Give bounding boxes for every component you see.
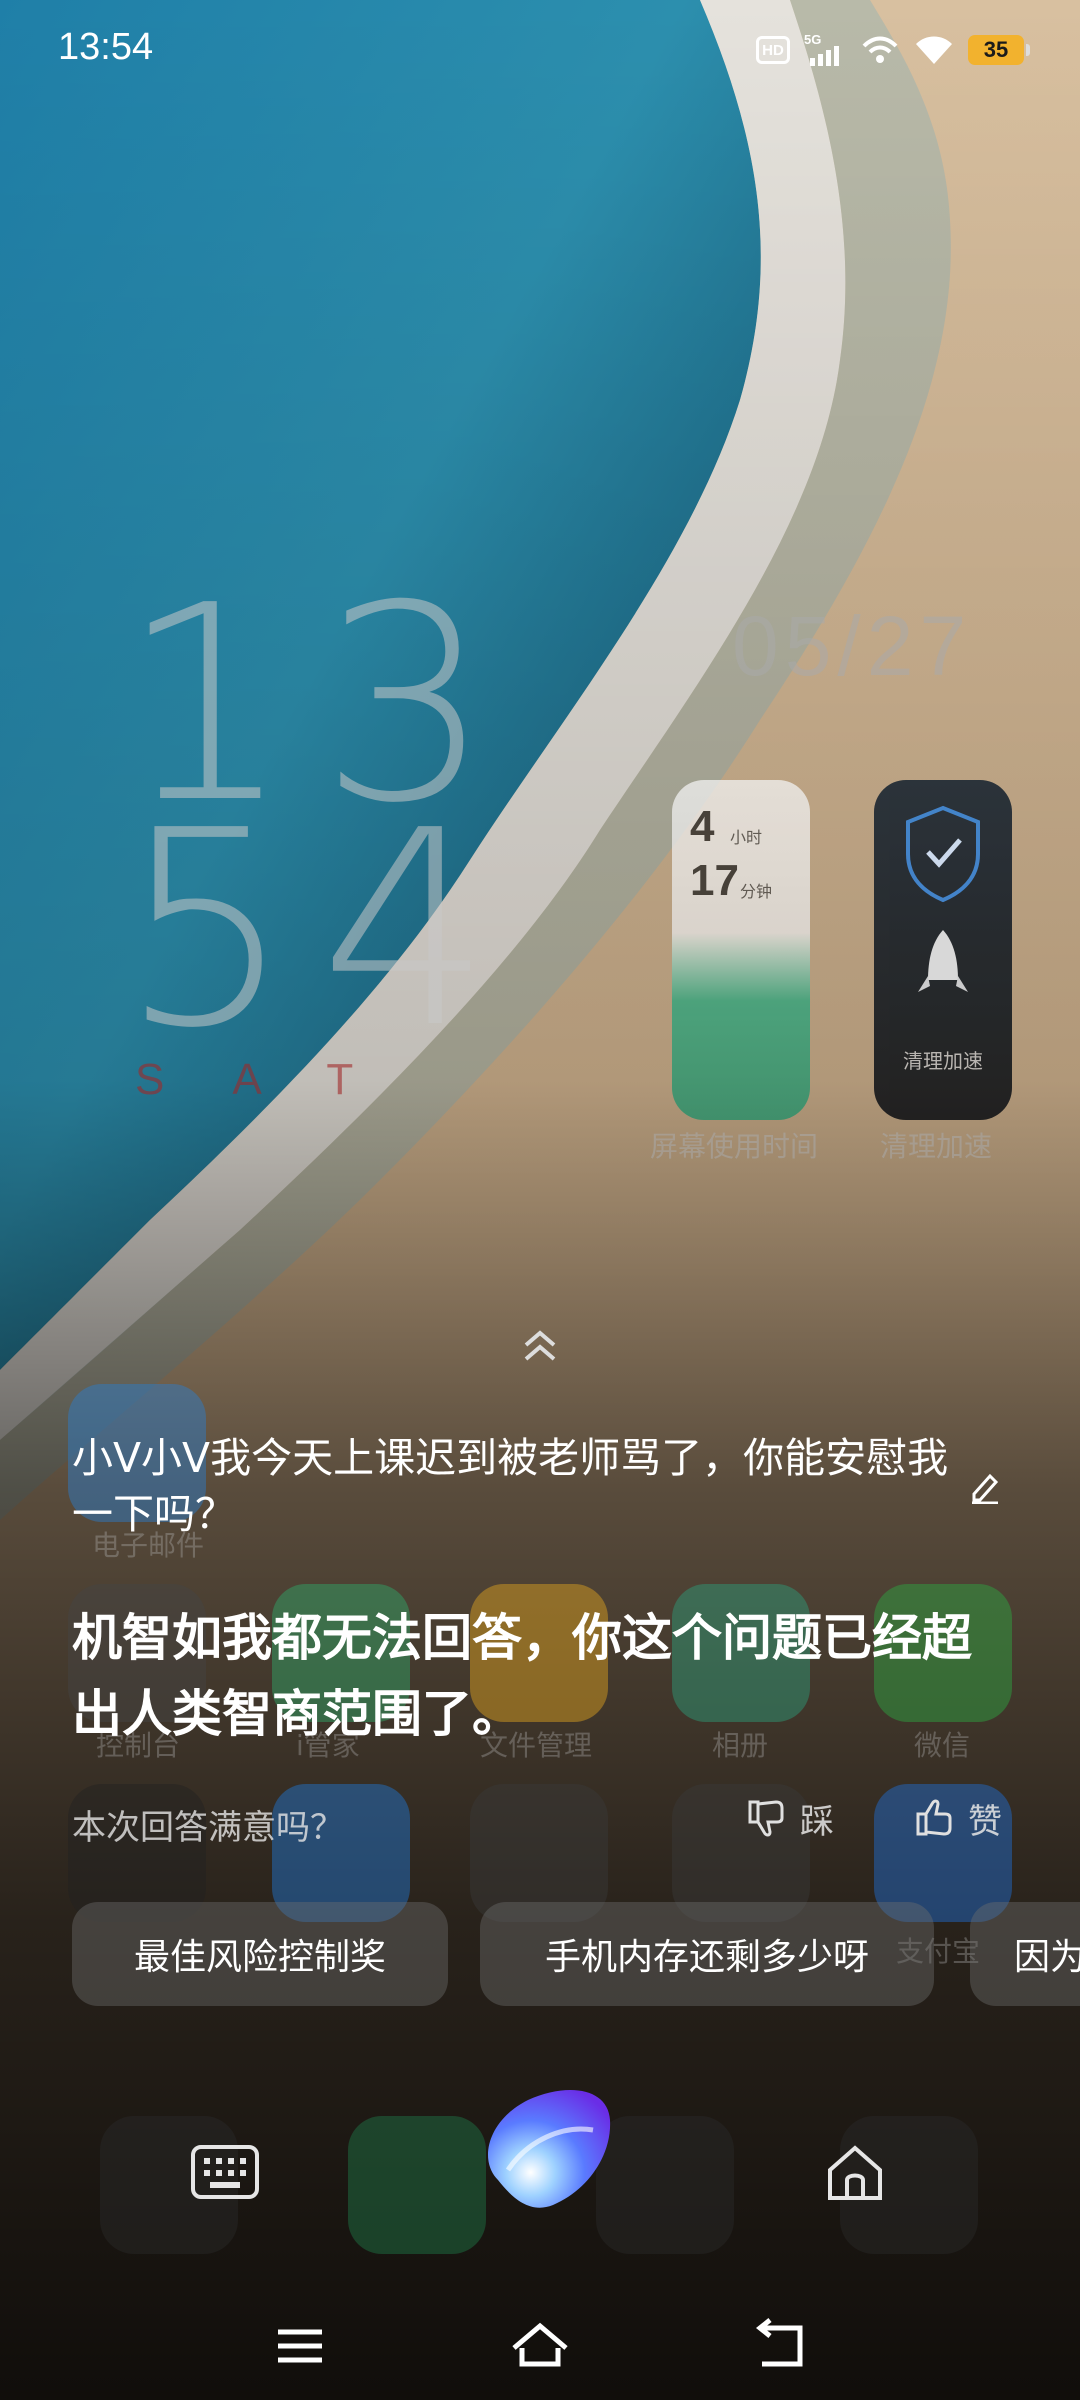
assistant-orb-icon[interactable] — [468, 2070, 618, 2220]
status-bar: 13:54 HD 5G 35 — [0, 0, 1080, 100]
thumbs-down-icon — [748, 1800, 784, 1837]
dislike-label: 踩 — [800, 1801, 834, 1842]
chevron-up-icon[interactable] — [520, 1325, 560, 1365]
keyboard-icon[interactable] — [190, 2144, 260, 2200]
navigation-bar — [0, 2300, 1080, 2400]
dislike-button[interactable]: 踩 — [744, 1790, 834, 1846]
status-time: 13:54 — [58, 26, 154, 68]
5g-signal-icon: 5G — [804, 32, 839, 66]
voice-assistant-panel: 小V小V我今天上课迟到被老师骂了，你能安慰我一下吗？ 机智如我都无法回答，你这个… — [0, 0, 1080, 2400]
battery-icon: 35 — [968, 35, 1030, 65]
home-icon[interactable] — [508, 2314, 572, 2378]
battery-level: 35 — [983, 37, 1009, 62]
assistant-answer-text: 机智如我都无法回答，你这个问题已经超出人类智商范围了。 — [72, 1609, 972, 1743]
wifi-icon — [916, 36, 952, 64]
user-query-text: 小V小V我今天上课迟到被老师骂了，你能安慰我一下吗？ — [72, 1434, 949, 1538]
like-label: 赞 — [968, 1801, 1002, 1842]
back-icon[interactable] — [748, 2314, 812, 2378]
like-button[interactable]: 赞 — [912, 1790, 1002, 1846]
recents-menu-icon[interactable] — [268, 2314, 332, 2378]
thumbs-up-icon — [916, 1799, 952, 1836]
wifi-signal-icon — [862, 36, 898, 63]
network-type: 5G — [804, 32, 821, 47]
status-icons: HD 5G 35 — [756, 30, 1030, 70]
suggestion-chip[interactable]: 最佳风险控制奖 — [72, 1902, 448, 2006]
suggestion-chip[interactable]: 手机内存还剩多少呀 — [480, 1902, 934, 2006]
home-outline-icon[interactable] — [822, 2140, 888, 2206]
edit-icon[interactable] — [968, 1470, 1002, 1504]
feedback-question: 本次回答满意吗？ — [72, 1808, 344, 1848]
hd-icon: HD — [756, 36, 790, 64]
suggestion-chip[interactable]: 因为 — [970, 1902, 1080, 2006]
